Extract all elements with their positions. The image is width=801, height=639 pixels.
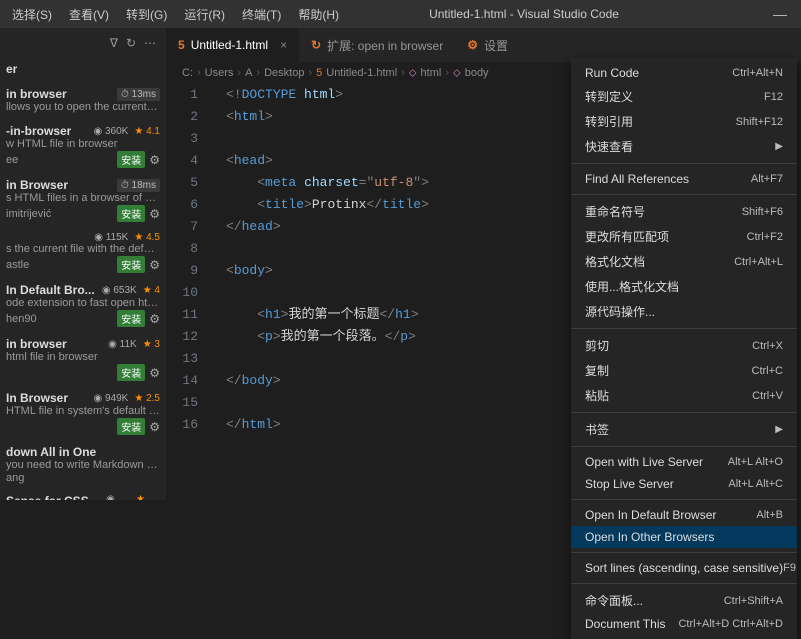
context-menu-item[interactable]: Sort lines (ascending, case sensitive)F9 <box>571 557 797 579</box>
context-menu-item[interactable]: 转到引用Shift+F12 <box>571 109 797 134</box>
context-menu-item[interactable]: 更改所有匹配项Ctrl+F2 <box>571 224 797 249</box>
tab-label: Untitled-1.html <box>191 38 268 52</box>
tab-label: 扩展: open in browser <box>327 37 443 54</box>
extension-item[interactable]: In Default Bro...◉ 653K★ 4ode extension … <box>0 279 166 333</box>
install-button[interactable]: 安装 <box>117 310 145 327</box>
titlebar: 选择(S) 查看(V) 转到(G) 运行(R) 终端(T) 帮助(H) Unti… <box>0 0 801 28</box>
menu-go[interactable]: 转到(G) <box>118 2 175 27</box>
extension-item[interactable]: -in-browser◉ 360K★ 4.1w HTML file in bro… <box>0 120 166 174</box>
extension-item[interactable]: In Browser◉ 949K★ 2.5HTML file in system… <box>0 387 166 441</box>
extension-item[interactable]: in browser◉ 11K★ 3html file in browser安装… <box>0 333 166 387</box>
tab-label: 设置 <box>484 37 508 54</box>
context-menu-item[interactable]: 重命名符号Shift+F6 <box>571 199 797 224</box>
extension-item[interactable]: Sense for CSS cl...◉ 4M★ 3.5s class name… <box>0 490 166 500</box>
gear-icon[interactable]: ⚙ <box>149 207 160 221</box>
html-file-icon: 5 <box>178 38 185 52</box>
menu-select[interactable]: 选择(S) <box>4 2 60 27</box>
context-menu-item[interactable]: 书签▶ <box>571 417 797 442</box>
gear-icon: ⚙ <box>467 38 478 52</box>
context-menu-item[interactable]: Open In Default BrowserAlt+B <box>571 504 797 526</box>
context-menu-item[interactable]: 转到定义F12 <box>571 84 797 109</box>
close-icon[interactable]: × <box>280 38 287 52</box>
menu-help[interactable]: 帮助(H) <box>290 2 347 27</box>
context-menu-item[interactable]: 命令面板...Ctrl+Shift+A <box>571 588 797 613</box>
context-menu-item[interactable]: Document ThisCtrl+Alt+D Ctrl+Alt+D <box>571 613 797 635</box>
extension-item[interactable]: in Browser⏱ 18mss HTML files in a browse… <box>0 174 166 228</box>
extension-item[interactable]: ◉ 115K★ 4.5s the current file with the d… <box>0 228 166 279</box>
install-button[interactable]: 安装 <box>117 418 145 435</box>
clear-icon[interactable]: ↻ <box>126 36 136 50</box>
tab-extension-openinbrowser[interactable]: ↻ 扩展: open in browser <box>299 28 455 62</box>
menu-terminal[interactable]: 终端(T) <box>234 2 289 27</box>
context-menu-item[interactable]: 快速查看▶ <box>571 134 797 159</box>
install-button[interactable]: 安装 <box>117 205 145 222</box>
menu-view[interactable]: 查看(V) <box>61 2 117 27</box>
extension-item[interactable]: down All in Oneyou need to write Markdow… <box>0 441 166 490</box>
install-button[interactable]: 安装 <box>117 256 145 273</box>
tab-untitled-html[interactable]: 5 Untitled-1.html × <box>166 28 299 62</box>
context-menu-item[interactable]: Open with Live ServerAlt+L Alt+O <box>571 451 797 473</box>
editor-area: 5 Untitled-1.html × ↻ 扩展: open in browse… <box>166 28 801 500</box>
context-menu-item[interactable]: Run CodeCtrl+Alt+N <box>571 62 797 84</box>
gear-icon[interactable]: ⚙ <box>149 153 160 167</box>
context-menu-item[interactable]: Stop Live ServerAlt+L Alt+C <box>571 473 797 495</box>
extension-item[interactable]: er <box>0 58 166 83</box>
context-menu: Run CodeCtrl+Alt+N转到定义F12转到引用Shift+F12快速… <box>571 58 797 639</box>
context-menu-item[interactable]: 粘贴Ctrl+V <box>571 383 797 408</box>
context-menu-item[interactable]: Open In Other Browsers <box>571 526 797 548</box>
install-button[interactable]: 安装 <box>117 151 145 168</box>
window-title: Untitled-1.html - Visual Studio Code <box>347 7 701 21</box>
gear-icon[interactable]: ⚙ <box>149 312 160 326</box>
context-menu-item[interactable]: 源代码操作... <box>571 299 797 324</box>
context-menu-item[interactable]: 复制Ctrl+C <box>571 358 797 383</box>
tab-bar: 5 Untitled-1.html × ↻ 扩展: open in browse… <box>166 28 801 62</box>
filter-icon[interactable]: ∇ <box>110 36 118 50</box>
menu-bar: 选择(S) 查看(V) 转到(G) 运行(R) 终端(T) 帮助(H) <box>0 2 347 27</box>
context-menu-item[interactable]: 剪切Ctrl+X <box>571 333 797 358</box>
menu-run[interactable]: 运行(R) <box>176 2 233 27</box>
minimize-icon[interactable]: — <box>773 6 787 22</box>
gear-icon[interactable]: ⚙ <box>149 258 160 272</box>
extension-item[interactable]: in browser⏱ 13msllows you to open the cu… <box>0 83 166 120</box>
context-menu-item[interactable]: 格式化文档Ctrl+Alt+L <box>571 249 797 274</box>
install-button[interactable]: 安装 <box>117 364 145 381</box>
extensions-sidebar: ∇ ↻ ⋯ erin browser⏱ 13msllows you to ope… <box>0 28 166 500</box>
refresh-icon: ↻ <box>311 38 321 52</box>
tab-settings[interactable]: ⚙ 设置 <box>455 28 520 62</box>
context-menu-item[interactable]: 使用...格式化文档 <box>571 274 797 299</box>
gear-icon[interactable]: ⚙ <box>149 420 160 434</box>
gear-icon[interactable]: ⚙ <box>149 366 160 380</box>
more-icon[interactable]: ⋯ <box>144 36 156 50</box>
context-menu-item[interactable]: Find All ReferencesAlt+F7 <box>571 168 797 190</box>
